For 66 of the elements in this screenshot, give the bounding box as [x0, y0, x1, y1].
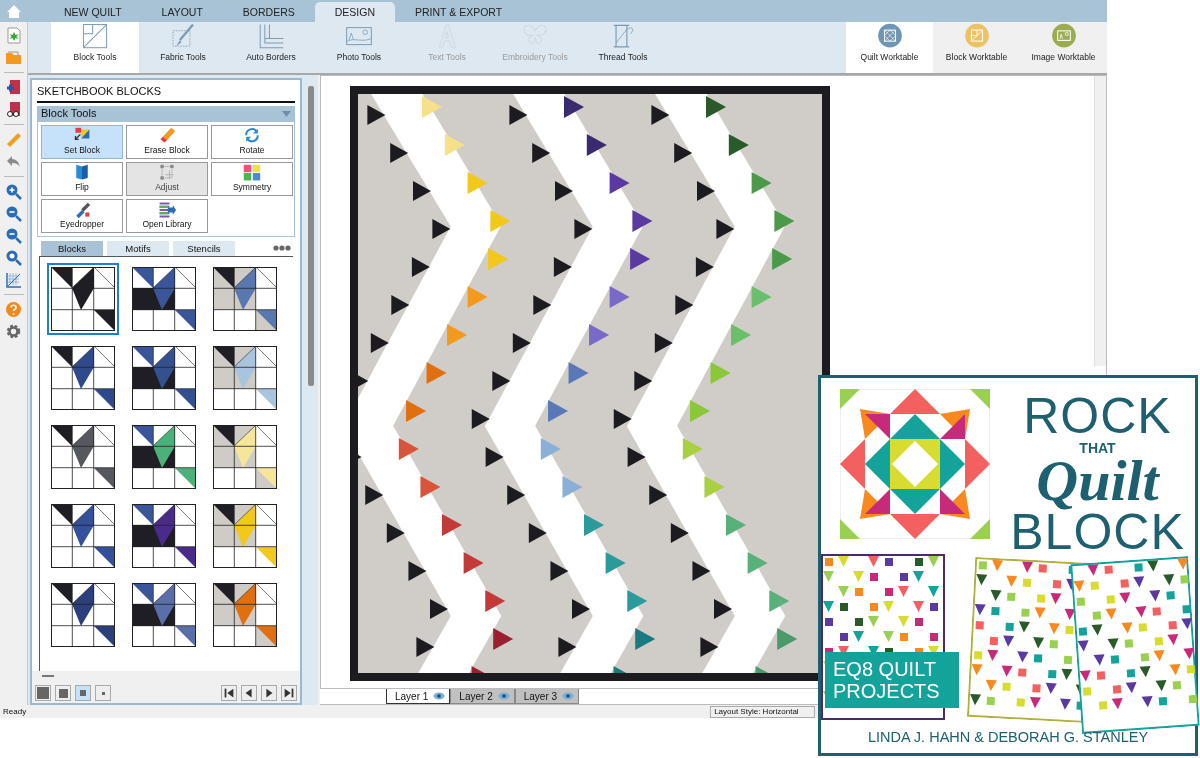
next-button[interactable] — [261, 685, 277, 701]
menu-tab[interactable]: NEW QUILT — [44, 2, 142, 22]
collapse-handle[interactable] — [42, 675, 54, 677]
eye-icon — [497, 692, 510, 700]
panel-title: SKETCHBOOK BLOCKS — [37, 83, 295, 103]
block-tool-button[interactable]: Flip — [41, 161, 123, 196]
badge-text: EQ8 QUILT — [833, 658, 937, 680]
worktable-button[interactable]: Quilt Worktable — [846, 22, 933, 73]
cover-title: THAT — [1079, 441, 1116, 455]
book-plus-icon[interactable] — [5, 79, 22, 96]
thumbnail-size-button[interactable] — [95, 685, 111, 701]
section-header[interactable]: Block Tools — [37, 105, 295, 122]
library-tab[interactable]: Stencils — [173, 240, 235, 256]
last-page-button[interactable] — [281, 685, 297, 701]
layout-style-field: Layout Style: Horizontal — [710, 705, 816, 718]
block-tool-button[interactable]: Rotate — [211, 124, 293, 159]
cover-authors: LINDA J. HAHN & DEBORAH G. STANLEY — [866, 728, 1150, 748]
badge-text: PROJECTS — [833, 680, 941, 702]
ribbon-tool-button[interactable]: Thread Tools — [579, 22, 667, 73]
thumbnail-size-button[interactable] — [35, 685, 51, 701]
layer-tab[interactable]: Layer 3 — [514, 689, 580, 704]
ribbon-tool-button[interactable]: Block Tools — [51, 22, 139, 73]
block-tool-button[interactable]: Set Block — [41, 124, 123, 159]
eye-icon — [433, 692, 446, 700]
zoom-in-icon[interactable] — [5, 183, 22, 200]
cover-title: ROCK — [1023, 391, 1172, 441]
menu-tab[interactable]: LAYOUT — [141, 2, 223, 22]
first-page-button[interactable] — [221, 685, 237, 701]
block-tool-button[interactable]: Symmetry — [211, 161, 293, 196]
ribbon-tool-button[interactable]: Fabric Tools — [139, 22, 227, 73]
block-tool-button[interactable]: Open Library — [126, 198, 208, 233]
block-tool-button[interactable]: Erase Block — [126, 124, 208, 159]
library-tab[interactable]: Blocks — [41, 240, 103, 256]
settings-icon[interactable] — [5, 323, 22, 340]
thumbnail-size-button[interactable] — [75, 685, 91, 701]
zoom-icon[interactable] — [5, 249, 22, 266]
scrollbar-track[interactable] — [1094, 76, 1106, 366]
library-tab[interactable]: Motifs — [107, 240, 169, 256]
eye-icon — [562, 692, 575, 700]
worktable-button[interactable]: Image Worktable — [1020, 22, 1107, 73]
new-file-icon[interactable] — [5, 27, 22, 44]
scrollbar-thumb[interactable] — [308, 86, 314, 386]
thumbnail-size-button[interactable] — [55, 685, 71, 701]
layer-tab[interactable]: Layer 2 — [450, 689, 515, 704]
previous-button[interactable] — [241, 685, 257, 701]
more-icon[interactable] — [273, 245, 291, 251]
ribbon-tool-button[interactable]: Photo Tools — [315, 22, 403, 73]
menu-tab[interactable]: BORDERS — [222, 2, 315, 22]
section-title: Block Tools — [41, 106, 97, 122]
status-text: Ready — [3, 705, 27, 718]
cover-title: Quilt — [1036, 455, 1159, 508]
ribbon-tool-button[interactable]: Auto Borders — [227, 22, 315, 73]
home-icon — [6, 3, 22, 19]
book-glasses-icon[interactable] — [5, 101, 22, 118]
zoom-out-icon[interactable] — [5, 205, 22, 222]
block-thumbnail[interactable] — [47, 262, 119, 335]
grid-ruler-icon[interactable] — [5, 271, 22, 288]
block-tool-button[interactable]: Eyedropper — [41, 198, 123, 233]
last-page-icon — [282, 686, 296, 700]
worktable-button[interactable]: Block Worktable — [933, 22, 1020, 73]
letter-squares-icon — [241, 163, 263, 181]
zoom-out-icon[interactable] — [5, 227, 22, 244]
first-page-icon — [222, 686, 236, 700]
menu-tab[interactable]: PRINT & EXPORT — [395, 2, 523, 22]
layer-tab[interactable]: Layer 1 — [386, 689, 451, 704]
menu-tab[interactable]: DESIGN — [314, 2, 395, 22]
